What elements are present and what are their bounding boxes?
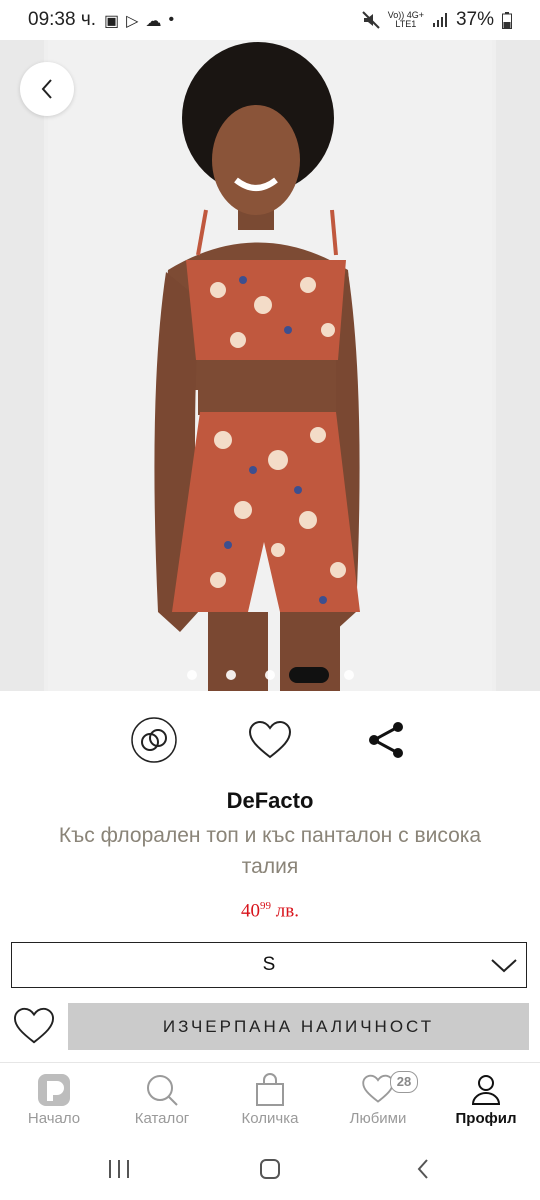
product-gallery[interactable] xyxy=(0,40,540,691)
profile-icon xyxy=(471,1075,501,1105)
pagination-dot[interactable] xyxy=(344,670,354,680)
battery-icon xyxy=(502,11,512,29)
play-store-icon: ▷ xyxy=(126,13,139,30)
model-illustration xyxy=(154,42,360,691)
home-square-icon xyxy=(260,1159,280,1179)
add-to-wishlist-button[interactable] xyxy=(246,716,294,764)
product-price: 4099 лв. xyxy=(241,900,299,922)
nav-label: Каталог xyxy=(134,1110,190,1127)
share-button[interactable] xyxy=(362,716,410,764)
chevron-left-icon xyxy=(41,79,52,99)
home-button[interactable] xyxy=(255,1156,285,1182)
share-icon xyxy=(369,722,403,758)
product-image[interactable] xyxy=(48,40,492,691)
nav-item-cart[interactable]: Количка xyxy=(216,1063,324,1138)
chevron-down-icon xyxy=(491,959,517,973)
size-select-value: S xyxy=(262,954,276,975)
nav-label: Профил xyxy=(455,1110,517,1127)
cloud-icon: ☁ xyxy=(145,13,162,30)
network-indicator: Vo)) 4G+ LTE1 xyxy=(387,10,424,29)
nav-label: Любими xyxy=(349,1110,407,1127)
nav-item-profile[interactable]: Профил xyxy=(432,1063,540,1138)
nav-label: Начало xyxy=(27,1110,81,1127)
pagination-dot[interactable] xyxy=(265,670,275,680)
bottom-navigation: Начало Каталог Количка 28 Любими Профил xyxy=(0,1062,540,1139)
back-button[interactable] xyxy=(20,62,74,116)
pagination-dot[interactable] xyxy=(187,670,197,680)
previous-image-peek[interactable] xyxy=(0,40,44,691)
nav-item-favorites[interactable]: 28 Любими xyxy=(324,1063,432,1138)
favorites-count-badge: 28 xyxy=(390,1071,418,1093)
system-navigation xyxy=(0,1138,540,1200)
system-status: Vo)) 4G+ LTE1 37% xyxy=(361,9,512,31)
heart-icon xyxy=(13,1007,55,1044)
bag-icon xyxy=(256,1073,284,1106)
rings-icon xyxy=(131,717,177,763)
brand-name[interactable]: DeFacto xyxy=(0,788,540,814)
next-image-peek[interactable] xyxy=(496,40,540,691)
product-actions xyxy=(0,716,540,764)
wishlist-button[interactable] xyxy=(11,1005,57,1047)
nav-item-home[interactable]: Начало xyxy=(0,1063,108,1138)
gallery-pagination xyxy=(0,666,540,683)
recents-icon xyxy=(109,1160,129,1178)
pagination-dot[interactable] xyxy=(226,670,236,680)
nav-label: Количка xyxy=(241,1110,299,1127)
mute-icon xyxy=(361,11,380,29)
notification-icons: ▣ ▷ ☁ • xyxy=(104,11,174,31)
compare-button[interactable] xyxy=(130,716,178,764)
product-title: Къс флорален топ и къс панталон с висока… xyxy=(58,824,482,878)
home-logo-icon xyxy=(38,1074,70,1106)
size-select[interactable]: S xyxy=(11,942,527,988)
battery-percent: 37% xyxy=(455,9,494,30)
system-back-button[interactable] xyxy=(408,1156,438,1182)
chevron-left-icon xyxy=(417,1159,428,1179)
search-icon xyxy=(147,1075,178,1106)
recent-apps-button[interactable] xyxy=(104,1156,134,1182)
signal-icon xyxy=(432,13,447,27)
status-bar: 09:38 ч. ▣ ▷ ☁ • Vo)) 4G+ LTE1 37% xyxy=(0,0,540,40)
out-of-stock-button[interactable]: ИЗЧЕРПАНА НАЛИЧНОСТ xyxy=(68,1003,529,1050)
pagination-dot-active[interactable] xyxy=(289,667,329,683)
heart-icon xyxy=(248,720,292,759)
nav-item-catalog[interactable]: Каталог xyxy=(108,1063,216,1138)
notification-dot: • xyxy=(168,11,175,28)
gallery-icon: ▣ xyxy=(104,13,120,30)
clock: 09:38 ч. xyxy=(28,9,97,30)
